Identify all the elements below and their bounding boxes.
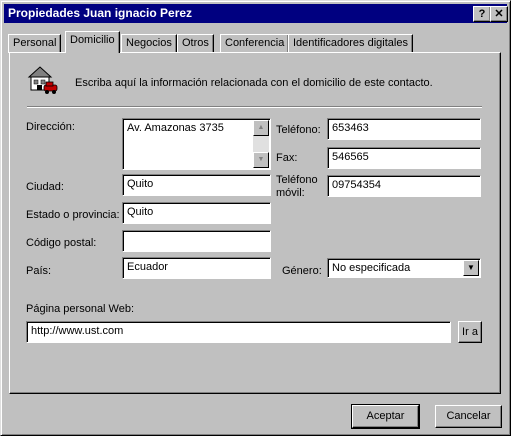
genero-value: No especificada — [332, 262, 411, 274]
tab-domicilio[interactable]: Domicilio — [65, 31, 120, 53]
tab-personal[interactable]: Personal — [8, 34, 62, 53]
telefono-field[interactable]: 653463 — [327, 118, 481, 140]
genero-select[interactable]: No especificada ▼ — [327, 258, 481, 278]
window-title: Propiedades Juan ignacio Perez — [8, 6, 193, 20]
cancel-button[interactable]: Cancelar — [435, 405, 502, 428]
close-button[interactable]: ✕ — [490, 6, 508, 22]
pais-field[interactable]: Ecuador — [122, 257, 271, 279]
properties-dialog: Propiedades Juan ignacio Perez ? ✕ Perso… — [0, 0, 511, 436]
scroll-up-icon[interactable]: ▲ — [253, 120, 269, 136]
tab-conferencia[interactable]: Conferencia — [220, 34, 290, 53]
chevron-down-icon[interactable]: ▼ — [463, 260, 479, 276]
genero-label: Género: — [282, 265, 322, 277]
separator — [27, 106, 482, 108]
estado-label: Estado o provincia: — [26, 209, 120, 221]
telefono-movil-field[interactable]: 09754354 — [327, 175, 481, 197]
telefono-movil-label-line2: móvil: — [276, 187, 305, 199]
estado-field[interactable]: Quito — [122, 202, 271, 224]
telefono-movil-label-line1: Teléfono — [276, 174, 318, 186]
go-to-button[interactable]: Ir a — [458, 321, 482, 343]
pais-label: País: — [26, 265, 52, 277]
ok-button[interactable]: Aceptar — [351, 404, 420, 429]
tab-identificadores[interactable]: Identificadores digitales — [288, 34, 413, 53]
direccion-field[interactable]: Av. Amazonas 3735 ▲ ▼ — [122, 118, 271, 170]
tab-negocios[interactable]: Negocios — [121, 34, 177, 53]
tab-otros[interactable]: Otros — [177, 34, 214, 53]
title-bar[interactable]: Propiedades Juan ignacio Perez ? ✕ — [4, 4, 508, 23]
help-button[interactable]: ? — [473, 6, 491, 22]
ciudad-field[interactable]: Quito — [122, 174, 271, 196]
ciudad-label: Ciudad: — [26, 181, 64, 193]
web-field[interactable]: http://www.ust.com — [26, 321, 451, 343]
web-label: Página personal Web: — [26, 303, 135, 315]
direccion-scrollbar[interactable]: ▲ ▼ — [253, 120, 269, 168]
scroll-down-icon[interactable]: ▼ — [253, 152, 269, 168]
info-text: Escriba aquí la información relacionada … — [75, 77, 433, 89]
codigo-postal-label: Código postal: — [26, 237, 97, 249]
codigo-postal-field[interactable] — [122, 230, 271, 252]
fax-field[interactable]: 546565 — [327, 147, 481, 169]
fax-label: Fax: — [276, 152, 298, 164]
direccion-value: Av. Amazonas 3735 — [127, 122, 224, 134]
house-icon — [27, 66, 58, 94]
direccion-label: Dirección: — [26, 121, 75, 133]
telefono-label: Teléfono: — [276, 124, 321, 136]
